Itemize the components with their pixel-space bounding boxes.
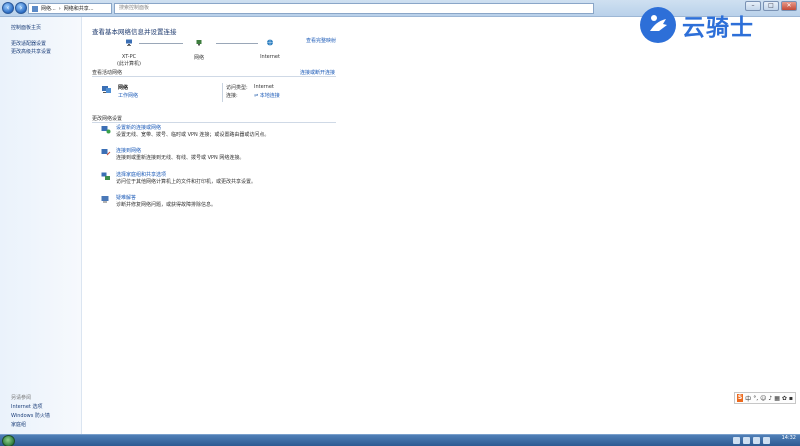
system-tray <box>733 437 770 444</box>
homegroup-icon <box>101 172 110 180</box>
troubleshoot-icon <box>101 196 109 203</box>
active-network-name: 网络 <box>118 85 129 91</box>
skin-icon[interactable]: ✿ <box>782 395 787 402</box>
left-nav-pane: 控制面板主页 更改适配器设置 更改高级共享设置 另请参阅 Internet 选项… <box>0 17 82 434</box>
breadcrumb-separator-icon: › <box>58 5 61 12</box>
keyboard-icon[interactable]: ▦ <box>774 395 780 402</box>
ime-mode-toggle[interactable]: 中 <box>745 394 751 403</box>
task-homegroup-desc: 访问位于其他网络计算机上的文件和打印机，或更改共享设置。 <box>116 179 257 185</box>
breadcrumb-network[interactable]: 网络... <box>41 5 56 12</box>
see-full-map-link[interactable]: 查看完整映射 <box>306 37 336 44</box>
new-connection-icon <box>101 126 111 134</box>
network-type-link[interactable]: 工作网络 <box>118 92 138 99</box>
map-node-internet[interactable]: Internet <box>256 39 284 60</box>
left-link-advanced-sharing[interactable]: 更改高级共享设置 <box>11 48 51 55</box>
task-connect-network-desc: 连接到或重新连接到无线、有线、拨号或 VPN 网络连接。 <box>116 155 245 161</box>
task-new-connection-desc: 设置无线、宽带、拨号、临时或 VPN 连接；或设置路由器或访问点。 <box>116 132 270 138</box>
change-settings-label: 更改网络设置 <box>92 116 123 122</box>
connect-disconnect-link[interactable]: 连接或断开连接 <box>300 69 335 76</box>
tray-network-icon[interactable] <box>753 437 760 444</box>
section-divider <box>92 76 336 77</box>
taskbar-clock[interactable]: 14:32 <box>782 436 796 441</box>
toolbox-icon[interactable]: ▪ <box>789 395 793 402</box>
map-link-line <box>216 43 258 44</box>
map-link-line <box>139 43 183 44</box>
knight-logo-icon <box>640 7 676 43</box>
clock-time: 14:32 <box>781 435 796 441</box>
connection-signal-icon: ⇌ <box>254 93 259 99</box>
map-node-network-label: 网络 <box>193 55 204 61</box>
see-also-windows-firewall[interactable]: Windows 防火墙 <box>11 412 50 419</box>
address-field[interactable]: 网络... › 网络和共享... <box>28 3 112 14</box>
section-divider <box>92 122 336 123</box>
task-troubleshoot-link[interactable]: 疑难解答 <box>116 194 136 201</box>
start-button[interactable] <box>2 435 15 446</box>
see-also-homegroup[interactable]: 家庭组 <box>11 421 26 428</box>
network-icon <box>196 40 202 46</box>
task-homegroup-link[interactable]: 选择家庭组和共享选项 <box>116 171 166 178</box>
local-connection-link[interactable]: ⇌ 本地连接 <box>254 92 280 99</box>
forward-button[interactable]: › <box>15 2 27 14</box>
map-node-internet-label: Internet <box>260 54 280 60</box>
see-also-internet-options[interactable]: Internet 选项 <box>11 403 42 410</box>
breadcrumb-sharing-center[interactable]: 网络和共享... <box>64 5 94 12</box>
connect-network-icon <box>101 149 111 156</box>
task-new-connection-link[interactable]: 设置新的连接或网络 <box>116 124 161 131</box>
emoji-icon[interactable]: ☺ <box>760 395 766 402</box>
computer-icon <box>126 39 132 46</box>
watermark-logo: 云骑士 <box>640 5 790 45</box>
page-title: 查看基本网络信息并设置连接 <box>92 28 177 36</box>
active-network-icon <box>102 86 111 93</box>
sogou-logo-icon[interactable]: S <box>737 394 744 402</box>
connections-label: 连接: <box>226 93 238 99</box>
map-node-computer-sublabel: (此计算机) <box>117 61 141 67</box>
task-connect-network-link[interactable]: 连接到网络 <box>116 147 141 154</box>
tray-flag-icon[interactable] <box>743 437 750 444</box>
local-connection-label: 本地连接 <box>259 93 280 99</box>
tray-volume-icon[interactable] <box>763 437 770 444</box>
globe-icon <box>267 39 273 46</box>
map-node-network[interactable]: 网络 <box>188 39 210 61</box>
back-button[interactable]: ‹ <box>2 2 14 14</box>
tray-ime-icon[interactable] <box>733 437 740 444</box>
access-type-label: 访问类型: <box>226 85 248 91</box>
task-troubleshoot-desc: 诊断并修复网络问题，或获得故障排除信息。 <box>116 202 217 208</box>
active-networks-label: 查看活动网络 <box>92 70 123 76</box>
left-link-change-adapter-settings[interactable]: 更改适配器设置 <box>11 40 46 47</box>
access-type-value: Internet <box>254 84 274 90</box>
see-also-heading: 另请参阅 <box>11 395 32 401</box>
active-network-divider <box>222 83 223 102</box>
microphone-icon[interactable]: ♪ <box>768 395 772 402</box>
taskbar: 14:32 <box>0 434 800 446</box>
ime-toolbar[interactable]: S 中 °, ☺ ♪ ▦ ✿ ▪ <box>734 392 796 404</box>
watermark-text: 云骑士 <box>682 15 754 41</box>
search-input[interactable]: 搜索控制面板 <box>114 3 594 14</box>
punctuation-icon[interactable]: °, <box>753 395 758 402</box>
left-link-control-panel-home[interactable]: 控制面板主页 <box>11 24 41 31</box>
address-icon <box>32 5 38 12</box>
